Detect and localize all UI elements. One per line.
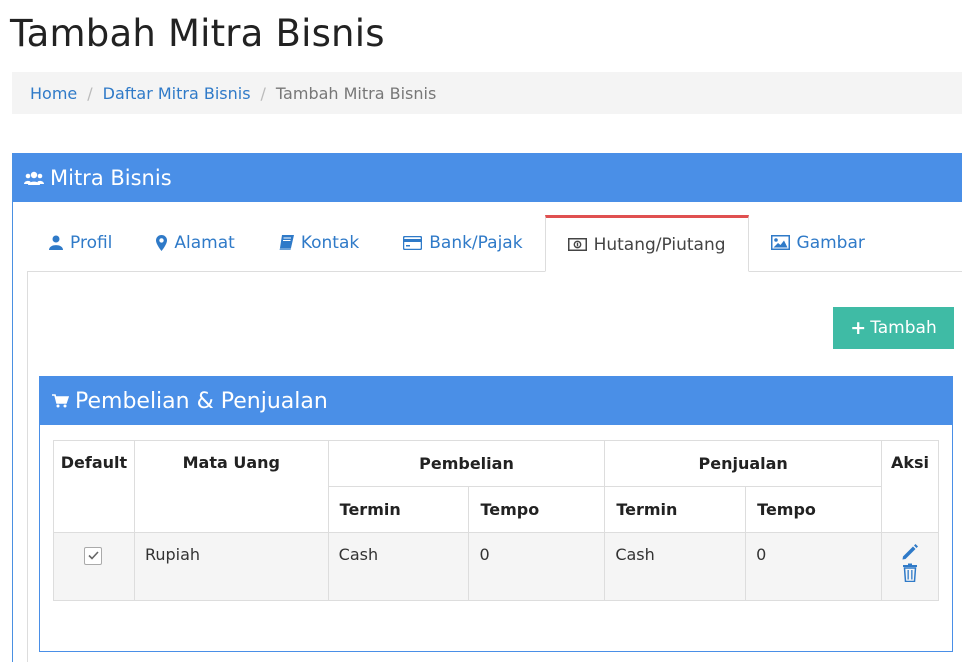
purchase-sales-panel: Pembelian & Penjualan Default Mata Uang … [39, 376, 953, 652]
header-purchase-tempo: Tempo [468, 486, 606, 533]
book-icon [279, 235, 294, 250]
currency-table: Default Mata Uang Pembelian Penjualan Ak… [53, 440, 939, 601]
tab-kontak[interactable]: Kontak [257, 215, 381, 270]
tab-gambar[interactable]: Gambar [749, 215, 887, 270]
trash-icon[interactable] [902, 563, 918, 582]
header-actions: Aksi [881, 440, 939, 533]
breadcrumb-home[interactable]: Home [30, 84, 77, 103]
breadcrumb: Home / Daftar Mitra Bisnis / Tambah Mitr… [12, 72, 962, 114]
header-purchase-term: Termin [327, 486, 470, 533]
panel-title: Mitra Bisnis [50, 165, 172, 190]
tab-bar: Profil Alamat Kontak Bank/Pajak Hutang/P… [27, 215, 962, 272]
tab-alamat[interactable]: Alamat [134, 215, 256, 270]
panel-header: Mitra Bisnis [13, 153, 962, 202]
cart-icon [52, 394, 69, 408]
credit-card-icon [403, 235, 423, 250]
header-sales-term: Termin [604, 486, 747, 533]
tab-hutang-piutang[interactable]: Hutang/Piutang [544, 215, 749, 272]
add-button[interactable]: + Tambah [833, 307, 954, 349]
map-marker-icon [156, 234, 168, 251]
tab-bank-pajak[interactable]: Bank/Pajak [381, 215, 544, 270]
header-currency: Mata Uang [133, 440, 329, 533]
tab-label: Gambar [796, 232, 865, 253]
default-cell [53, 532, 135, 601]
header-sales: Penjualan [604, 440, 882, 487]
breadcrumb-list[interactable]: Daftar Mitra Bisnis [103, 84, 251, 103]
tab-label: Bank/Pajak [429, 232, 523, 253]
tab-label: Hutang/Piutang [593, 234, 726, 255]
edit-icon[interactable] [901, 543, 919, 561]
page-title: Tambah Mitra Bisnis [10, 12, 385, 55]
image-icon [770, 235, 790, 250]
tab-label: Kontak [300, 232, 360, 253]
purchase-term-cell: Cash [327, 532, 470, 601]
section-header: Pembelian & Penjualan [40, 377, 952, 425]
user-icon [49, 235, 63, 250]
actions-cell [881, 532, 939, 601]
breadcrumb-separator: / [260, 83, 266, 103]
table-row: Rupiah Cash 0 Cash 0 [53, 532, 939, 601]
sales-term-cell: Cash [604, 532, 747, 601]
section-title: Pembelian & Penjualan [75, 388, 328, 414]
check-icon [88, 551, 99, 560]
money-icon [567, 238, 587, 251]
breadcrumb-current: Tambah Mitra Bisnis [275, 83, 437, 103]
header-purchase: Pembelian [327, 440, 606, 487]
plus-icon: + [850, 317, 867, 339]
mitra-bisnis-panel: Mitra Bisnis Profil Alamat Kontak Bank/P… [12, 153, 962, 662]
header-sales-tempo: Tempo [745, 486, 882, 533]
default-checkbox[interactable] [84, 546, 103, 565]
tab-label: Alamat [174, 232, 235, 253]
currency-cell: Rupiah [133, 532, 329, 601]
purchase-tempo-cell: 0 [468, 532, 606, 601]
add-button-label: Tambah [870, 318, 937, 338]
users-icon [24, 171, 44, 185]
tab-profil[interactable]: Profil [27, 215, 134, 270]
tab-label: Profil [70, 232, 113, 253]
header-default: Default [53, 440, 135, 533]
breadcrumb-separator: / [87, 83, 93, 103]
sales-tempo-cell: 0 [745, 532, 882, 601]
